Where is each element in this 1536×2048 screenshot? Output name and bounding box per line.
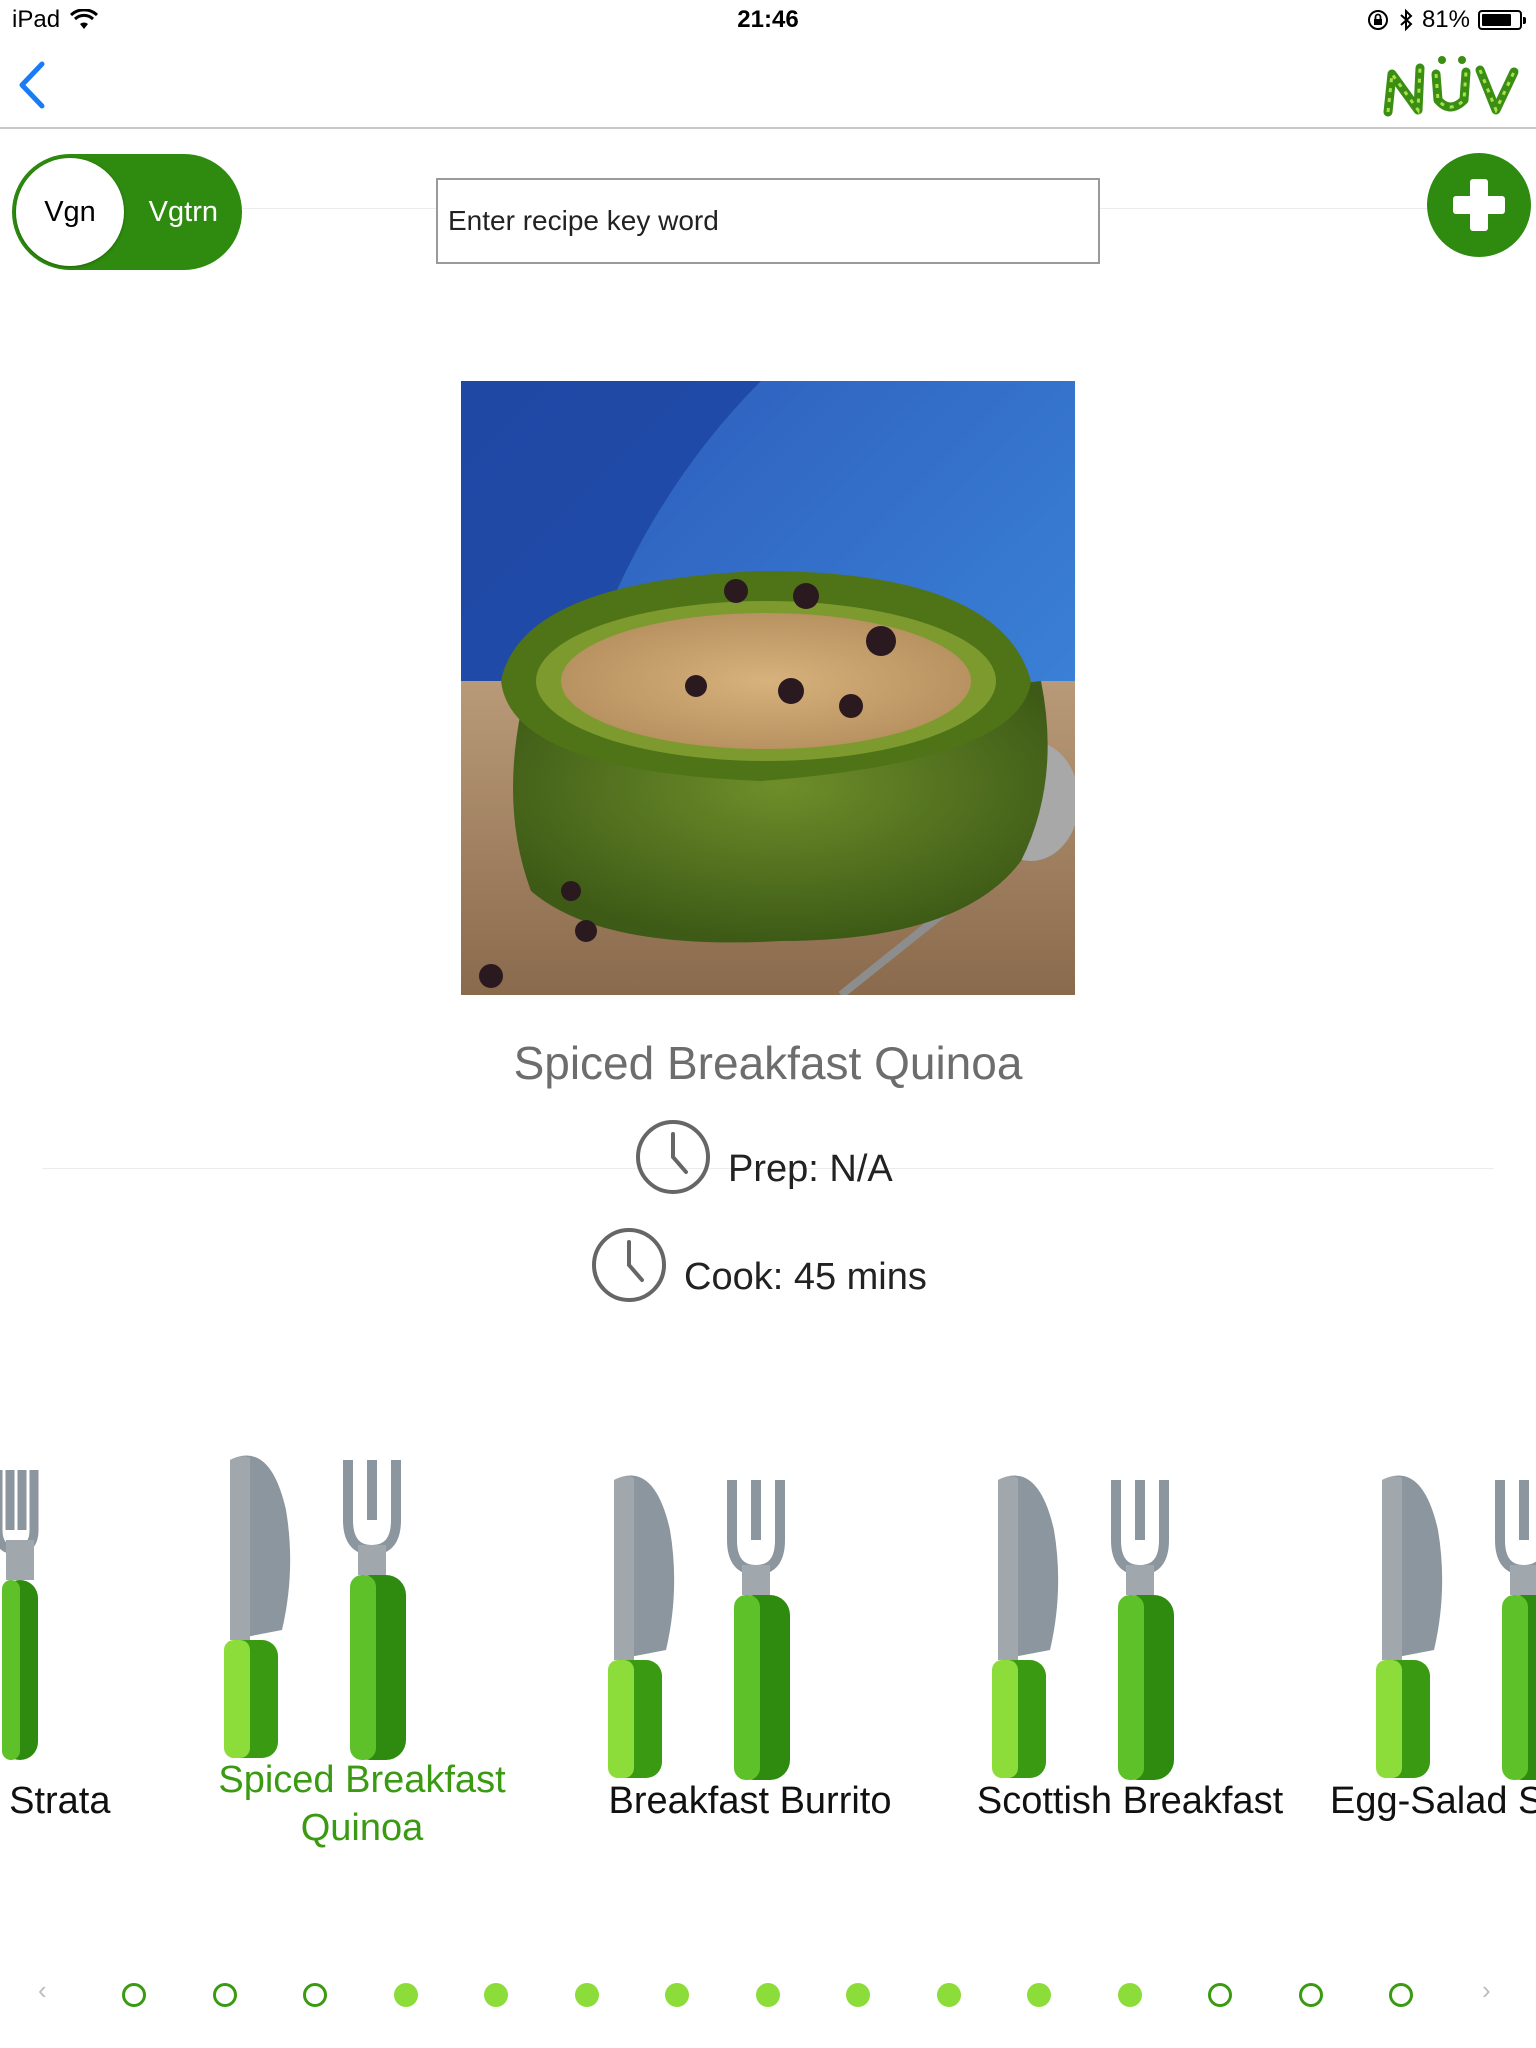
chevron-left-icon: [19, 61, 45, 109]
recipe-image[interactable]: [461, 381, 1075, 995]
carousel-item-label: Egg-Salad S: [1330, 1780, 1536, 1822]
carousel-item-label: : Strata: [0, 1780, 111, 1822]
battery-percent: 81%: [1421, 6, 1470, 33]
vegan-vegetarian-toggle[interactable]: Vgn Vgtrn: [12, 154, 242, 270]
toggle-knob: Vgn: [16, 158, 124, 266]
page-dot[interactable]: [122, 1983, 146, 2007]
status-time: 21:46: [737, 6, 799, 33]
cook-time-row: Cook: 45 mins: [590, 1226, 927, 1304]
back-button[interactable]: [12, 60, 52, 110]
nuv-logo: [1383, 56, 1519, 117]
page-dot[interactable]: [755, 1983, 780, 2007]
prep-time-label: Prep: N/A: [728, 1147, 893, 1190]
cutlery-icon: [608, 1475, 790, 1780]
cutlery-icon: [992, 1475, 1174, 1780]
page-dot[interactable]: [393, 1983, 418, 2007]
recipe-title: Spiced Breakfast Quinoa: [513, 1037, 1023, 1089]
page-dot[interactable]: [846, 1983, 870, 2007]
clock-icon: [592, 1228, 666, 1302]
page-indicator: ‹ ›: [0, 1975, 1536, 2015]
carousel-item-label: Scottish Breakfast: [976, 1780, 1284, 1822]
page-dot[interactable]: [665, 1983, 689, 2007]
status-bar: iPad 21:46 81%: [0, 0, 1536, 40]
cutlery-icon: [0, 1470, 39, 1760]
page-dot[interactable]: [1208, 1983, 1232, 2007]
add-recipe-button[interactable]: [1427, 153, 1531, 257]
bluetooth-icon: [1400, 8, 1413, 32]
battery-icon: [1478, 10, 1526, 30]
page-dot[interactable]: [574, 1983, 599, 2007]
page-dot[interactable]: [1389, 1983, 1413, 2007]
prep-time-row: Prep: N/A: [634, 1118, 893, 1196]
search-placeholder: Enter recipe key word: [448, 205, 719, 236]
page-dot[interactable]: [212, 1983, 237, 2007]
next-page-arrow[interactable]: ›: [1482, 1975, 1491, 2006]
carousel-item-label: Breakfast Burrito: [608, 1780, 892, 1822]
recipe-search-input[interactable]: Enter recipe key word: [436, 178, 1100, 264]
cook-time-label: Cook: 45 mins: [684, 1255, 927, 1298]
toggle-off-label: Vgn: [44, 195, 96, 228]
navigation-bar: [0, 40, 1536, 129]
clock-icon: [636, 1120, 710, 1194]
carousel-item-label: Spiced Breakfast Quinoa: [218, 1759, 506, 1849]
cutlery-icon: [1376, 1475, 1536, 1780]
previous-page-arrow[interactable]: ‹: [38, 1975, 47, 2006]
page-dot[interactable]: [936, 1983, 961, 2007]
orientation-lock-icon: [1367, 10, 1388, 30]
page-dot[interactable]: [1027, 1983, 1051, 2007]
cutlery-icon: [224, 1455, 406, 1760]
toggle-on-label: Vgtrn: [148, 195, 218, 228]
page-dot[interactable]: [484, 1983, 508, 2007]
page-dot[interactable]: [1117, 1983, 1142, 2007]
page-dot[interactable]: [1298, 1983, 1323, 2007]
recipe-carousel[interactable]: : Strata Spiced Breakfast Quinoa Breakfa: [0, 1420, 1536, 1900]
page-dot[interactable]: [303, 1983, 327, 2007]
